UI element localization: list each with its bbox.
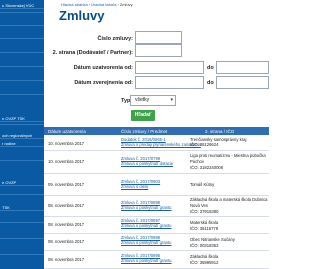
row-date: 08. novembra 2017 [48,222,85,227]
breadcrumb-separator: › [117,2,119,7]
row-ico: IČO: 36126624 [190,142,219,147]
sidebar-item[interactable] [0,80,44,81]
contract-subject-link[interactable]: Zmluva o poskytnutí grantu [121,223,172,228]
row-date: 10. novembra 2017 [48,141,85,146]
sidebar-item[interactable] [0,94,44,95]
table-header: Dátum uzatvorenia Číslo zmluvy / Predmet… [44,127,269,135]
sidebar-item[interactable]: e OVZP [0,180,44,186]
row-ico: IČO: 37915380 [190,209,219,214]
breadcrumb: Hlavná stránka›Úradná tabuľa›Zmluvy [61,2,133,7]
sidebar-item[interactable]: TSK [0,205,44,211]
breadcrumb-current: Zmluvy [119,2,133,7]
party-input[interactable] [135,44,182,57]
row-date: 08. novembra 2017 [48,257,85,262]
contract-subject-link[interactable]: Zmluva o poskytnutí grantu [121,240,172,245]
sidebar-item[interactable] [0,238,44,239]
row-party: Tomáš Kútny [190,182,215,187]
row-party: Základná škola [190,254,219,259]
concluded-from-input[interactable] [135,61,204,74]
row-party: Liga proti reumatizmu - Miestna pobočka [190,153,266,158]
published-to-label: do [207,80,214,86]
chevron-down-icon: ▾ [170,97,173,103]
row-party: Materská škola [190,220,219,225]
published-from-label: Dátum zverejnenia od: [74,80,133,86]
main-content: Hlavná stránka›Úradná tabuľa›Zmluvy Zmlu… [44,0,269,269]
type-select[interactable]: všetky ▾ [130,95,176,106]
breadcrumb-home-link[interactable]: Hlavná stránka [61,2,88,7]
row-party: Obec Nitrianske Sučany [190,237,235,242]
table-row: 10. novembra 2017 Zmluva č. 2017/0799 Zm… [44,151,269,174]
sidebar-item[interactable]: u Slovenskej VÚC [0,3,44,9]
contract-subject-link[interactable]: Zmluva o dielo [121,184,148,189]
contract-subject-link[interactable]: Zmluva o poskytnutí grantu [121,205,172,210]
row-ico: Nová Ves [190,203,208,208]
table-row: 08. novembra 2017 Zmluva č. 2017/0897 Zm… [44,217,269,234]
party-label: 2. strana (Dodávateľ / Partner): [52,50,133,56]
row-ico: IČO: 35995912 [190,260,219,265]
sidebar-item-label: r rodine [2,141,16,146]
sidebar-item[interactable] [0,12,44,13]
contract-subject-link[interactable]: Zmluva o predaji plynárenského zariadeni… [121,142,201,147]
table-row: 09. novembra 2017 Zmluva č. 2017/0903 Zm… [44,174,269,196]
table-row: 08. novembra 2017 Zmluva č. 2017/0898 Zm… [44,196,269,217]
published-to-input[interactable] [216,76,269,89]
table-row: 08. novembra 2017 Zmluva č. 2017/0895 Zm… [44,251,269,269]
breadcrumb-separator: › [88,2,91,7]
concluded-from-label: Dátum uzatvorenia od: [73,65,133,71]
type-select-value: všetky [135,97,150,103]
sidebar-item[interactable] [0,160,44,161]
breadcrumb-section-link[interactable]: Úradná tabuľa [91,2,116,7]
type-label: Typ [121,98,131,104]
contract-subject-link[interactable]: Zmluva o poskytnutí dotácie [121,161,173,166]
sidebar-item[interactable]: r rodine [0,141,44,147]
column-header-date[interactable]: Dátum uzatvorenia [48,129,86,134]
published-from-input[interactable] [135,76,204,89]
column-header-party[interactable]: 2. strana / IČO [205,129,234,134]
table-row: 10. novembra 2017 Dodatok č. 2016/0565-1… [44,136,269,151]
sidebar-item-label: e OVZP [2,180,17,185]
row-ico: IČO: 36116779 [190,226,219,231]
concluded-to-input[interactable] [216,61,269,74]
row-date: 08. novembra 2017 [48,203,85,208]
row-ico: Púchov [190,159,204,164]
row-date: 09. novembra 2017 [48,182,85,187]
row-date: 10. novembra 2017 [48,159,85,164]
row-ico: IČO: 3182240006 [190,165,224,170]
sidebar-item-label: u Slovenskej VÚC [2,3,35,8]
contract-number-input[interactable] [135,31,182,44]
contract-number-label: Číslo zmluvy: [97,36,133,42]
sidebar-item[interactable] [0,254,44,255]
sidebar-item[interactable] [0,52,44,53]
sidebar-item[interactable] [0,194,44,195]
sidebar-item[interactable]: och regionálnych [0,133,44,139]
row-date: 08. novembra 2017 [48,239,85,244]
sidebar-item[interactable] [0,222,44,223]
search-button[interactable]: Hľadať [131,110,155,121]
sidebar-item[interactable] [0,25,44,26]
table-row: 08. novembra 2017 Zmluva č. 2017/0896 Zm… [44,234,269,251]
row-party: Základná škola a materská škola Dubnica [190,197,268,202]
sidebar-item-label: n OVZP TSK [2,116,25,121]
sidebar-item[interactable]: n OVZP TSK [0,116,44,122]
page-title: Zmluvy [59,8,105,23]
concluded-to-label: do [207,65,214,71]
sidebar-item[interactable] [0,124,44,125]
sidebar: u Slovenskej VÚC n OVZP TSK och regionál… [0,0,44,269]
column-header-number[interactable]: Číslo zmluvy / Predmet [121,129,167,134]
row-ico: IČO: 00318353 [190,243,219,248]
sidebar-item[interactable] [0,66,44,67]
sidebar-item[interactable] [0,38,44,39]
sidebar-item-label: TSK [2,205,10,210]
sidebar-item-label: och regionálnych [2,133,33,138]
contract-subject-link[interactable]: Zmluva o poskytnutí grantu [121,258,172,263]
